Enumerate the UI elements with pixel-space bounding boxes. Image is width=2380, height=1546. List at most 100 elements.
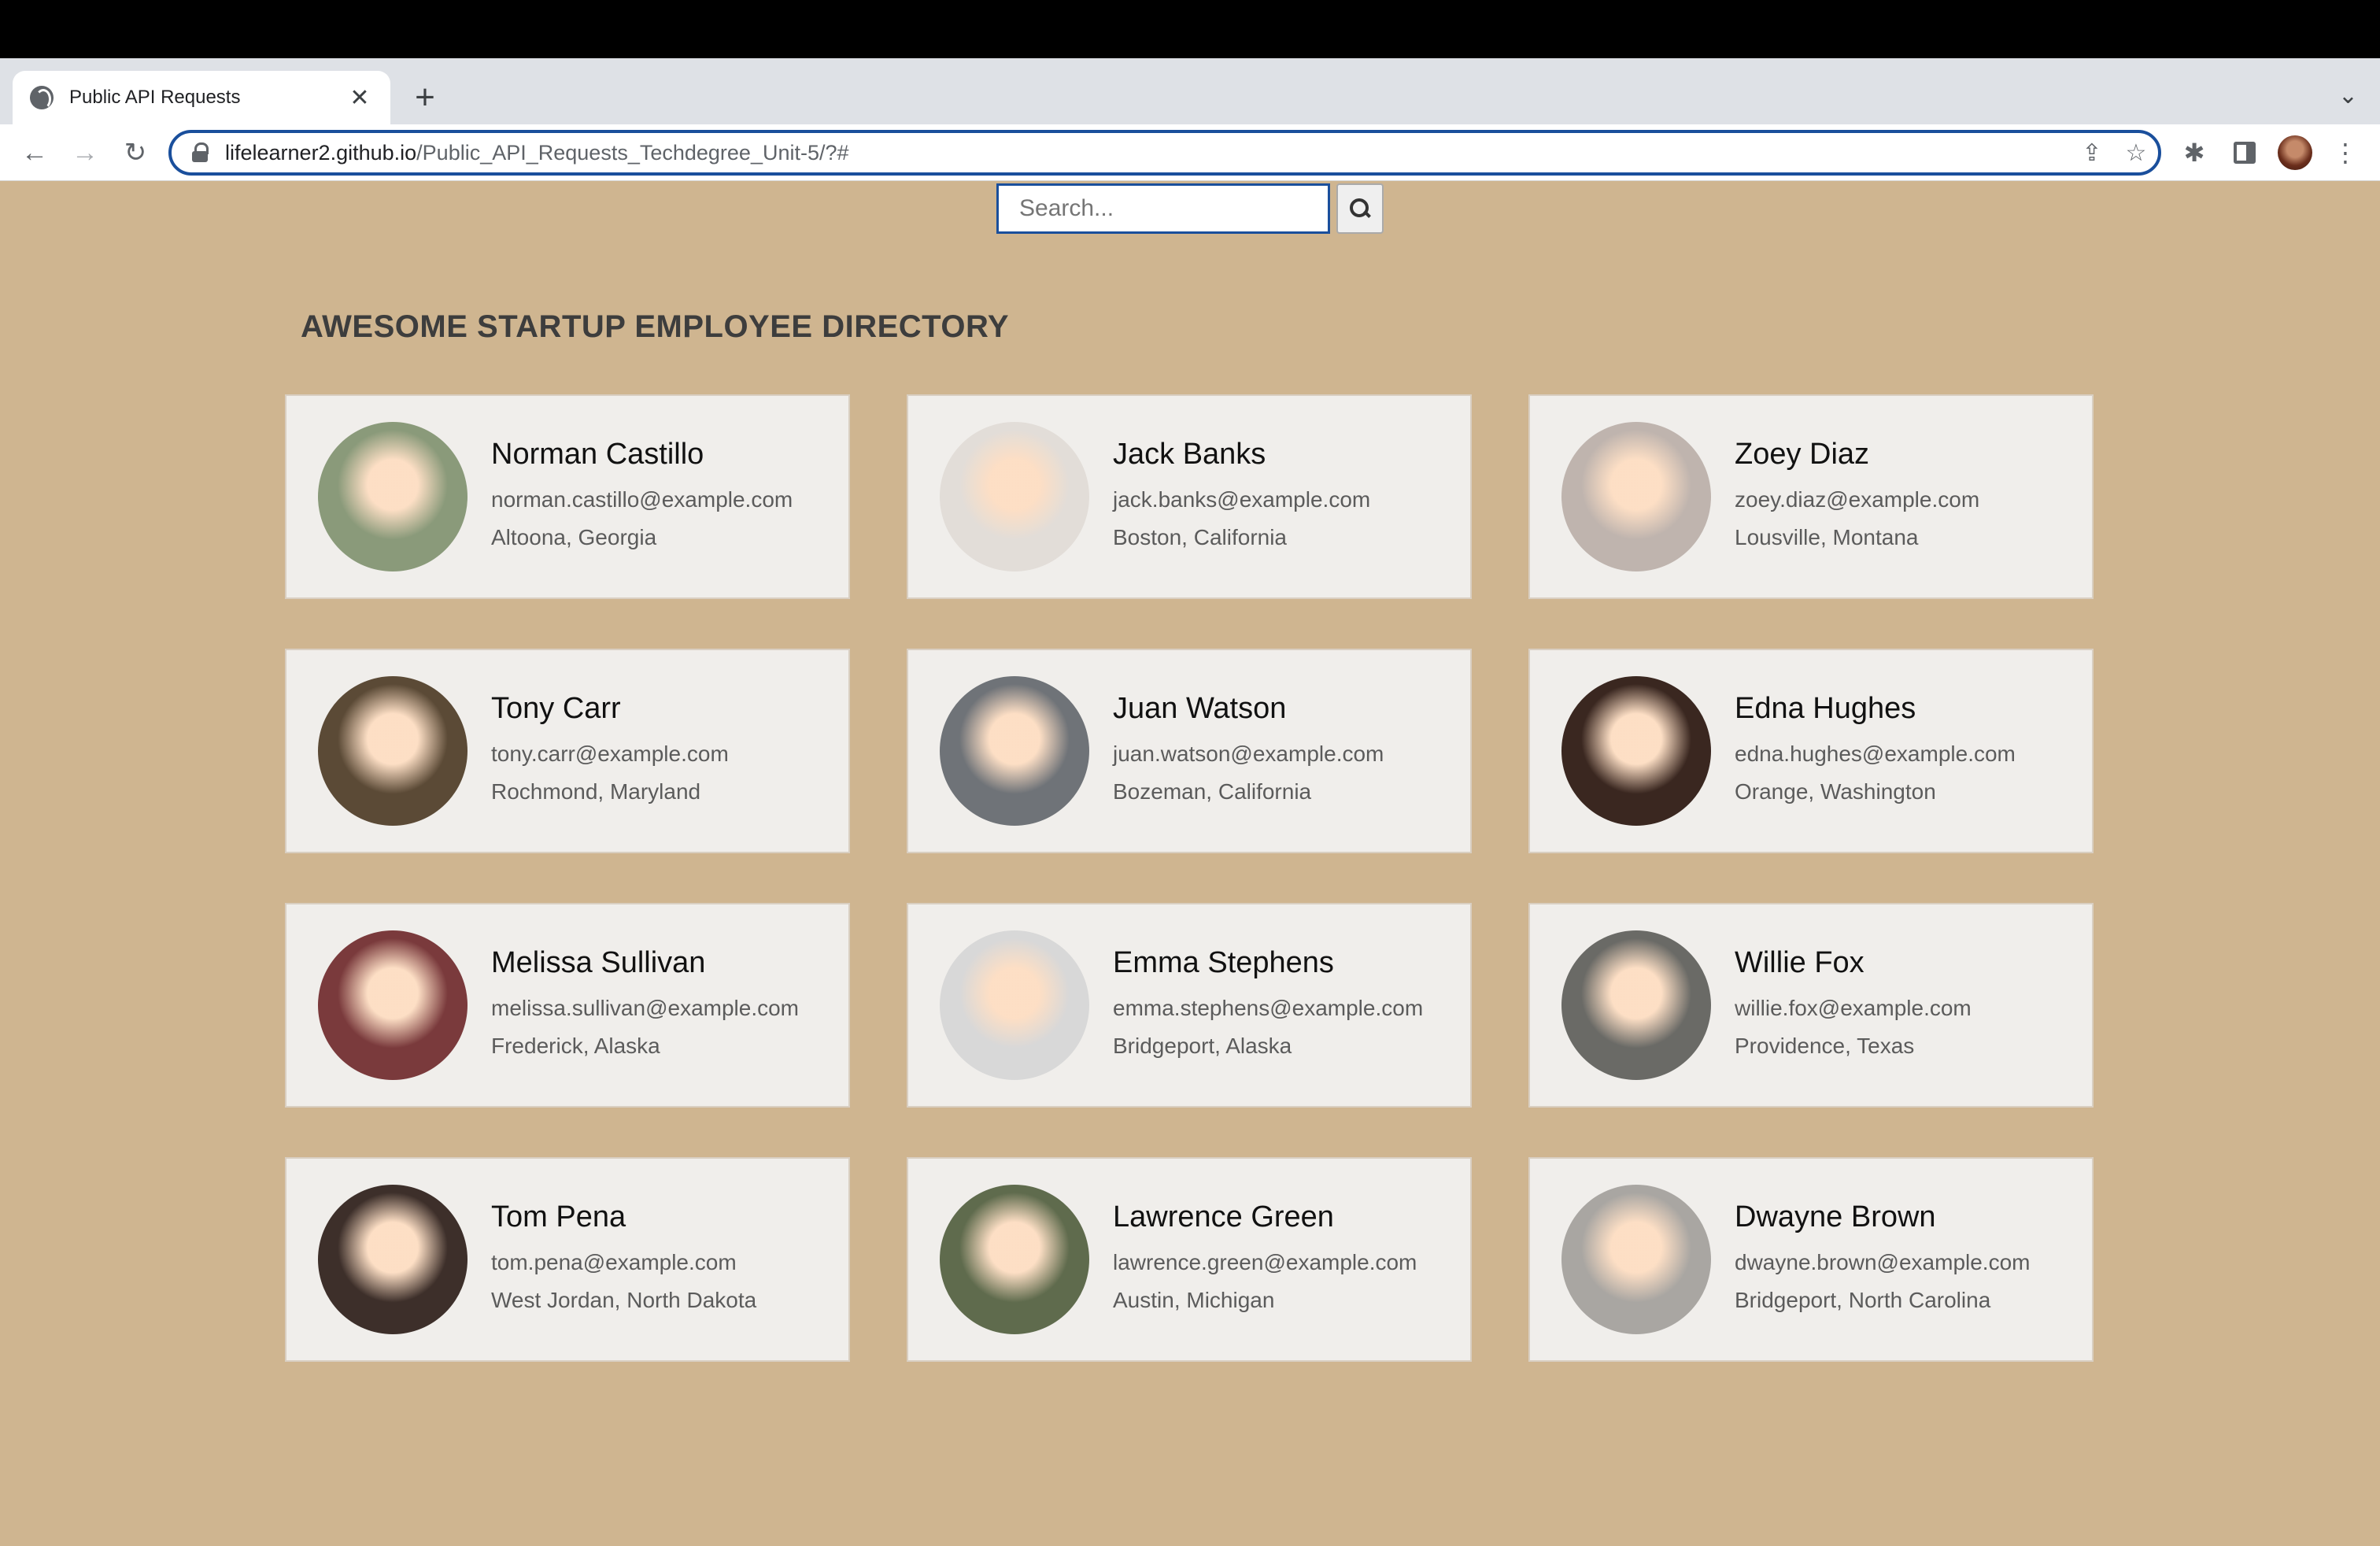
avatar[interactable] bbox=[940, 1185, 1089, 1334]
employee-location: Rochmond, Maryland bbox=[491, 779, 701, 804]
avatar[interactable] bbox=[1561, 422, 1711, 571]
card-info: Tony Carr tony.carr@example.com Rochmond, … bbox=[491, 692, 729, 811]
search-icon bbox=[1350, 198, 1370, 219]
avatar[interactable] bbox=[318, 422, 468, 571]
employee-name: Juan Watson bbox=[1113, 691, 1287, 725]
chevron-down-icon[interactable]: ⌄ bbox=[2338, 72, 2358, 120]
employee-email: juan.watson@example.com bbox=[1113, 741, 1384, 766]
employee-location: Altoona, Georgia bbox=[491, 524, 657, 549]
employee-name: Tony Carr bbox=[491, 691, 621, 725]
card-info: Edna Hughes edna.hughes@example.com Orange… bbox=[1735, 692, 2016, 811]
employee-name: Jack Banks bbox=[1113, 437, 1266, 471]
lock-icon[interactable] bbox=[190, 142, 211, 163]
profile-button[interactable] bbox=[2275, 132, 2315, 173]
employee-card[interactable]: Lawrence Green lawrence.green@example.com… bbox=[907, 1157, 1472, 1362]
employee-card[interactable]: Tony Carr tony.carr@example.com Rochmond, … bbox=[285, 649, 850, 853]
search-input[interactable] bbox=[996, 183, 1330, 234]
avatar[interactable] bbox=[1561, 676, 1711, 826]
employee-name: Tom Pena bbox=[491, 1200, 626, 1233]
search-container bbox=[996, 183, 1384, 234]
page-content: AWESOME STARTUP EMPLOYEE DIRECTORY Norma… bbox=[0, 182, 2380, 1546]
browser-toolbar: ← → ↻ lifelearner2.github.io/Public_API_… bbox=[0, 124, 2380, 181]
employee-name: Norman Castillo bbox=[491, 437, 704, 471]
avatar[interactable] bbox=[318, 676, 468, 826]
employee-card[interactable]: Juan Watson juan.watson@example.com Bozema… bbox=[907, 649, 1472, 853]
browser-tab[interactable]: Public API Requests ✕ bbox=[13, 71, 390, 124]
employee-card[interactable]: Jack Banks jack.banks@example.com Boston, … bbox=[907, 394, 1472, 599]
reload-button[interactable]: ↻ bbox=[112, 129, 159, 176]
screen-top-bar bbox=[0, 0, 2380, 58]
employee-email: willie.fox@example.com bbox=[1735, 995, 1972, 1020]
new-tab-button[interactable]: + bbox=[406, 74, 444, 121]
card-info: Melissa Sullivan melissa.sullivan@example… bbox=[491, 946, 799, 1065]
employee-email: zoey.diaz@example.com bbox=[1735, 486, 1980, 512]
employee-location: West Jordan, North Dakota bbox=[491, 1287, 757, 1312]
extensions-icon[interactable]: ✱ bbox=[2174, 132, 2215, 173]
employee-card[interactable]: Willie Fox willie.fox@example.com Providen… bbox=[1528, 903, 2094, 1108]
share-icon[interactable]: ⇪ bbox=[2070, 139, 2114, 167]
employee-email: tom.pena@example.com bbox=[491, 1249, 737, 1274]
employee-location: Bridgeport, Alaska bbox=[1113, 1033, 1292, 1058]
employee-email: tony.carr@example.com bbox=[491, 741, 729, 766]
card-info: Dwayne Brown dwayne.brown@example.com Brid… bbox=[1735, 1200, 2030, 1319]
employee-email: dwayne.brown@example.com bbox=[1735, 1249, 2031, 1274]
card-info: Juan Watson juan.watson@example.com Bozema… bbox=[1113, 692, 1384, 811]
avatar[interactable] bbox=[940, 930, 1089, 1080]
card-info: Emma Stephens emma.stephens@example.com Br… bbox=[1113, 946, 1423, 1065]
card-info: Jack Banks jack.banks@example.com Boston, … bbox=[1113, 438, 1370, 557]
menu-icon[interactable]: ⋮ bbox=[2325, 132, 2366, 173]
avatar[interactable] bbox=[1561, 1185, 1711, 1334]
employee-card[interactable]: Tom Pena tom.pena@example.com West Jordan,… bbox=[285, 1157, 850, 1362]
employee-name: Dwayne Brown bbox=[1735, 1200, 1936, 1233]
card-info: Tom Pena tom.pena@example.com West Jordan,… bbox=[491, 1200, 756, 1319]
card-info: Norman Castillo norman.castillo@example.c… bbox=[491, 438, 793, 557]
employee-card[interactable]: Emma Stephens emma.stephens@example.com Br… bbox=[907, 903, 1472, 1108]
employee-name: Emma Stephens bbox=[1113, 945, 1334, 979]
employee-location: Austin, Michigan bbox=[1113, 1287, 1275, 1312]
employee-email: jack.banks@example.com bbox=[1113, 486, 1371, 512]
employee-location: Orange, Washington bbox=[1735, 779, 1936, 804]
page-title: AWESOME STARTUP EMPLOYEE DIRECTORY bbox=[301, 309, 1010, 344]
side-panel-icon bbox=[2234, 142, 2256, 164]
avatar[interactable] bbox=[1561, 930, 1711, 1080]
employee-card[interactable]: Edna Hughes edna.hughes@example.com Orange… bbox=[1528, 649, 2094, 853]
avatar[interactable] bbox=[940, 676, 1089, 826]
employee-email: norman.castillo@example.com bbox=[491, 486, 793, 512]
employee-location: Lousville, Montana bbox=[1735, 524, 1919, 549]
employee-email: lawrence.green@example.com bbox=[1113, 1249, 1417, 1274]
star-icon[interactable]: ☆ bbox=[2114, 139, 2158, 167]
url-path: /Public_API_Requests_Techdegree_Unit-5/?… bbox=[416, 140, 849, 165]
employee-location: Providence, Texas bbox=[1735, 1033, 1915, 1058]
avatar[interactable] bbox=[940, 422, 1089, 571]
employee-card[interactable]: Melissa Sullivan melissa.sullivan@example… bbox=[285, 903, 850, 1108]
employee-name: Melissa Sullivan bbox=[491, 945, 706, 979]
employee-email: edna.hughes@example.com bbox=[1735, 741, 2016, 766]
search-button[interactable] bbox=[1336, 183, 1384, 234]
url-text[interactable]: lifelearner2.github.io/Public_API_Reques… bbox=[225, 141, 2070, 165]
employee-location: Bozeman, California bbox=[1113, 779, 1312, 804]
back-button[interactable]: ← bbox=[11, 129, 58, 176]
tab-strip: Public API Requests ✕ + ⌄ bbox=[0, 58, 2380, 124]
employee-card[interactable]: Dwayne Brown dwayne.brown@example.com Brid… bbox=[1528, 1157, 2094, 1362]
avatar[interactable] bbox=[318, 930, 468, 1080]
address-bar[interactable]: lifelearner2.github.io/Public_API_Reques… bbox=[168, 130, 2161, 176]
employee-name: Edna Hughes bbox=[1735, 691, 1916, 725]
card-info: Zoey Diaz zoey.diaz@example.com Lousville,… bbox=[1735, 438, 1979, 557]
employee-location: Frederick, Alaska bbox=[491, 1033, 660, 1058]
avatar[interactable] bbox=[318, 1185, 468, 1334]
employee-location: Boston, California bbox=[1113, 524, 1288, 549]
employee-name: Willie Fox bbox=[1735, 945, 1864, 979]
side-panel-button[interactable] bbox=[2224, 132, 2265, 173]
employee-card[interactable]: Norman Castillo norman.castillo@example.c… bbox=[285, 394, 850, 599]
employee-card[interactable]: Zoey Diaz zoey.diaz@example.com Lousville,… bbox=[1528, 394, 2094, 599]
card-info: Lawrence Green lawrence.green@example.com… bbox=[1113, 1200, 1417, 1319]
forward-button[interactable]: → bbox=[61, 129, 109, 176]
url-host: lifelearner2.github.io bbox=[225, 140, 417, 165]
employee-name: Lawrence Green bbox=[1113, 1200, 1334, 1233]
globe-icon bbox=[30, 86, 54, 109]
employee-location: Bridgeport, North Carolina bbox=[1735, 1287, 1991, 1312]
tab-title: Public API Requests bbox=[69, 87, 241, 108]
card-info: Willie Fox willie.fox@example.com Providen… bbox=[1735, 946, 1972, 1065]
employee-email: melissa.sullivan@example.com bbox=[491, 995, 800, 1020]
close-icon[interactable]: ✕ bbox=[346, 84, 373, 112]
